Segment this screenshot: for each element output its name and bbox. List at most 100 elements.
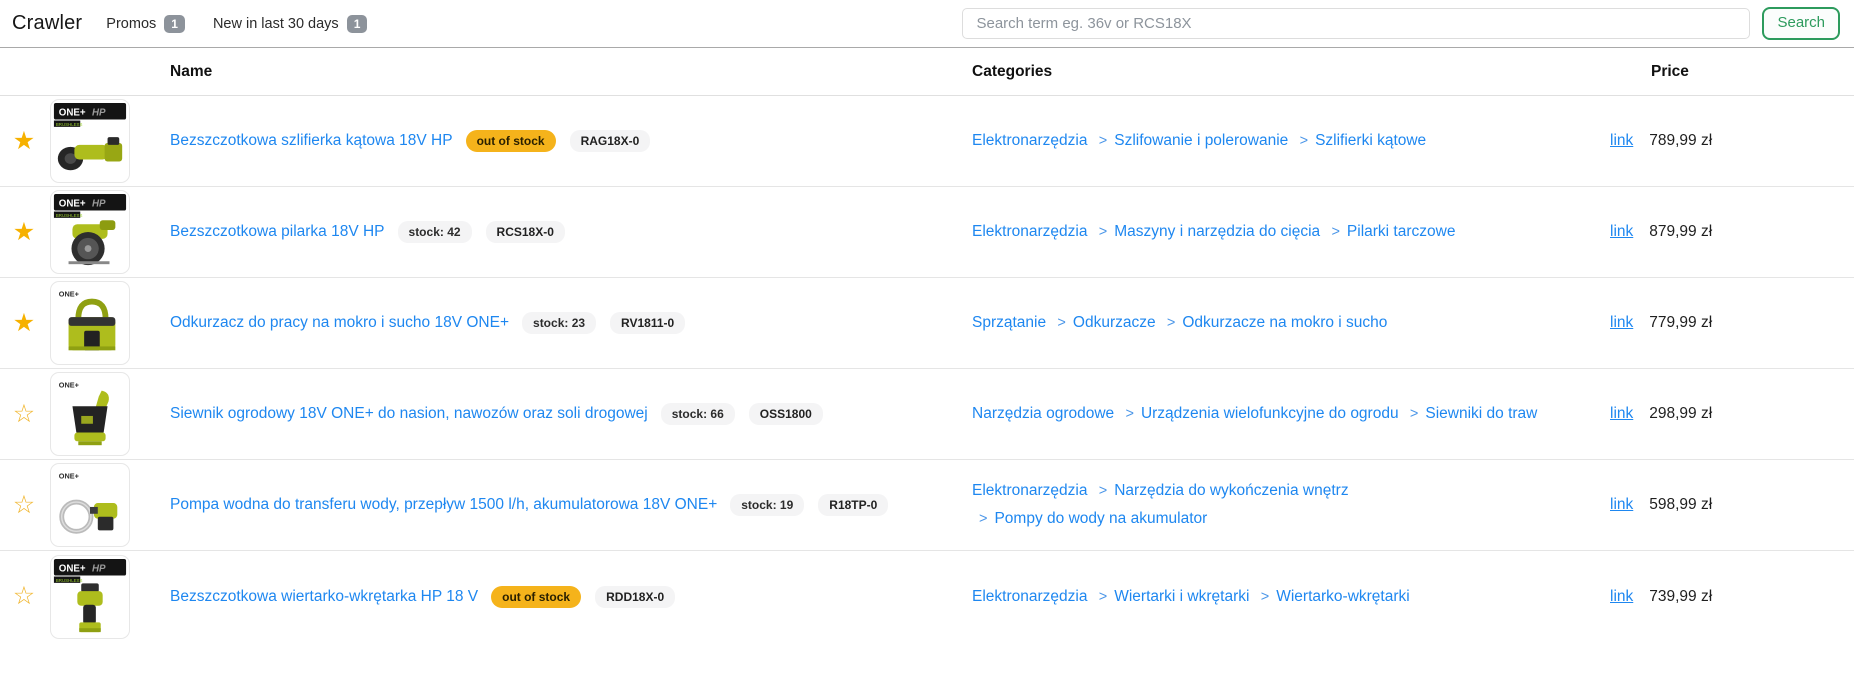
breadcrumb-segment: Elektronarzędzia [972,482,1087,499]
category-link[interactable]: Pilarki tarczowe [1347,223,1456,240]
sku-badge: RAG18X-0 [570,130,651,152]
svg-text:ONE+: ONE+ [59,563,86,574]
top-bar: Crawler Promos 1 New in last 30 days 1 S… [0,0,1854,48]
product-name-cell: Bezszczotkowa szlifierka kątowa 18V HP o… [170,130,960,152]
product-link[interactable]: link [1610,132,1633,150]
product-name-link[interactable]: Pompa wodna do transferu wody, przepływ … [170,496,717,514]
table-row: ★ ONE+ Odkurzacz do pracy na mokro i suc… [0,278,1854,369]
product-name-link[interactable]: Bezszczotkowa pilarka 18V HP [170,223,385,241]
top-nav: Promos 1 New in last 30 days 1 [106,15,367,33]
svg-text:ONE+: ONE+ [59,290,79,299]
table-body: ★ ONE+HPBRUSHLESS Bezszczotkowa szlifier… [0,96,1854,642]
product-link[interactable]: link [1610,496,1633,514]
category-link[interactable]: Szlifierki kątowe [1315,132,1426,149]
product-name-link[interactable]: Bezszczotkowa szlifierka kątowa 18V HP [170,132,453,150]
category-breadcrumb: Elektronarzędzia >Wiertarki i wkrętarki … [972,583,1547,611]
product-link[interactable]: link [1610,314,1633,332]
breadcrumb-separator: > [1099,224,1107,240]
product-image-grinder: ONE+HPBRUSHLESS [50,99,130,183]
favorite-star-icon[interactable]: ☆ [13,584,35,609]
product-link[interactable]: link [1610,405,1633,423]
product-image-seeder: ONE+ [50,372,130,456]
favorite-star-icon[interactable]: ☆ [13,402,35,427]
favorite-star-icon[interactable]: ★ [13,220,35,245]
search-input[interactable] [962,8,1750,39]
category-link[interactable]: Elektronarzędzia [972,132,1087,149]
category-link[interactable]: Wiertarki i wkrętarki [1114,588,1249,605]
category-link[interactable]: Elektronarzędzia [972,588,1087,605]
category-link[interactable]: Odkurzacze [1073,314,1156,331]
category-link[interactable]: Sprzątanie [972,314,1046,331]
svg-text:HP: HP [92,199,106,210]
price-cell: link 789,99 zł [1590,132,1854,150]
breadcrumb-segment: >Narzędzia do wykończenia wnętrz [1092,482,1349,499]
stock-badge: stock: 42 [398,221,472,243]
app-title: Crawler [12,12,82,35]
breadcrumb-segment: > Odkurzacze na mokro i sucho [1160,314,1388,331]
column-header-categories: Categories [960,63,1590,81]
category-link[interactable]: Pompy do wody na akumulator [994,510,1207,527]
product-image-saw: ONE+HPBRUSHLESS [50,190,130,274]
product-price: 298,99 zł [1649,405,1712,423]
product-link[interactable]: link [1610,588,1633,606]
product-name-link[interactable]: Bezszczotkowa wiertarko-wkrętarka HP 18 … [170,588,478,606]
product-link[interactable]: link [1610,223,1633,241]
breadcrumb-separator: > [1099,589,1107,605]
product-price: 879,99 zł [1649,223,1712,241]
category-breadcrumb: Elektronarzędzia > Maszyny i narzędzia do… [972,218,1547,246]
product-name-link[interactable]: Siewnik ogrodowy 18V ONE+ do nasion, naw… [170,405,648,423]
svg-text:ONE+: ONE+ [59,108,86,119]
breadcrumb-separator: > [1300,133,1308,149]
categories-cell: Elektronarzędzia > Szlifowanie i polerowa… [960,127,1590,155]
category-link[interactable]: Wiertarko-wkrętarki [1276,588,1409,605]
product-name-cell: Pompa wodna do transferu wody, przepływ … [170,494,960,516]
breadcrumb-separator: > [979,511,987,527]
nav-new-in-30-days[interactable]: New in last 30 days 1 [213,15,367,33]
categories-cell: Narzędzia ogrodowe >Urządzenia wielofunk… [960,400,1590,428]
table-row: ☆ ONE+ Pompa wodna do transferu wody, pr… [0,460,1854,551]
category-link[interactable]: Elektronarzędzia [972,223,1087,240]
product-badges: stock: 66OSS1800 [661,403,823,425]
breadcrumb-separator: > [1167,315,1175,331]
favorite-star-icon[interactable]: ★ [13,311,35,336]
sku-badge: RCS18X-0 [486,221,565,243]
category-link[interactable]: Siewniki do traw [1425,405,1537,422]
categories-cell: Elektronarzędzia > Maszyny i narzędzia do… [960,218,1590,246]
search-area: Search [962,7,1842,40]
category-breadcrumb: Narzędzia ogrodowe >Urządzenia wielofunk… [972,400,1547,428]
category-link[interactable]: Elektronarzędzia [972,482,1087,499]
product-badges: out of stock RDD18X-0 [491,586,675,608]
search-button[interactable]: Search [1762,7,1840,40]
breadcrumb-segment: >Odkurzacze [1050,314,1155,331]
breadcrumb-segment: Elektronarzędzia [972,588,1087,605]
breadcrumb-segment: Sprzątanie [972,314,1046,331]
sku-badge: RV1811-0 [610,312,685,334]
table-row: ☆ ONE+HPBRUSHLESS Bezszczotkowa wiertark… [0,551,1854,642]
nav-promos-label: Promos [106,16,156,32]
breadcrumb-segment: > Wiertarki i wkrętarki [1092,588,1250,605]
product-price: 739,99 zł [1649,588,1712,606]
sku-badge: RDD18X-0 [595,586,675,608]
table-row: ★ ONE+HPBRUSHLESS Bezszczotkowa pilarka … [0,187,1854,278]
nav-promos[interactable]: Promos 1 [106,15,185,33]
promos-count-badge: 1 [164,15,185,33]
svg-text:BRUSHLESS: BRUSHLESS [56,213,83,218]
category-link[interactable]: Narzędzia do wykończenia wnętrz [1114,482,1348,499]
category-link[interactable]: Szlifowanie i polerowanie [1114,132,1288,149]
breadcrumb-segment: > Szlifierki kątowe [1293,132,1427,149]
category-link[interactable]: Narzędzia ogrodowe [972,405,1114,422]
product-name-link[interactable]: Odkurzacz do pracy na mokro i sucho 18V … [170,314,509,332]
price-cell: link 298,99 zł [1590,405,1854,423]
favorite-star-icon[interactable]: ★ [13,129,35,154]
product-name-cell: Odkurzacz do pracy na mokro i sucho 18V … [170,312,960,334]
stock-badge: stock: 66 [661,403,735,425]
svg-text:ONE+: ONE+ [59,381,79,390]
favorite-star-icon[interactable]: ☆ [13,493,35,518]
stock-badge: stock: 23 [522,312,596,334]
category-link[interactable]: Maszyny i narzędzia do cięcia [1114,223,1320,240]
category-link[interactable]: Odkurzacze na mokro i sucho [1182,314,1387,331]
out-of-stock-badge: out of stock [491,586,581,608]
category-link[interactable]: Urządzenia wielofunkcyjne do ogrodu [1141,405,1399,422]
breadcrumb-segment: > Maszyny i narzędzia do cięcia [1092,223,1320,240]
svg-text:BRUSHLESS: BRUSHLESS [56,122,83,127]
